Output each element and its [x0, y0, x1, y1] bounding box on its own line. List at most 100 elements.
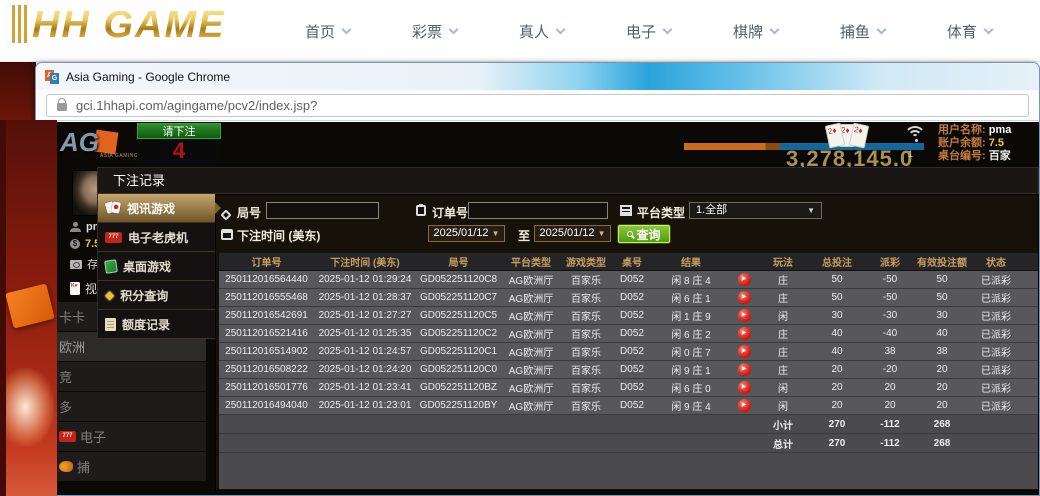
- search-button[interactable]: 查询: [618, 225, 670, 243]
- play-video-icon[interactable]: ▶: [738, 399, 751, 412]
- order-filter-label: 订单号: [432, 204, 468, 221]
- play-cell: ▶: [729, 343, 759, 361]
- nav-item[interactable]: 真人: [519, 21, 564, 42]
- round-cell: GD052251120BZ: [416, 379, 501, 397]
- status-cell: 已派彩: [971, 325, 1021, 343]
- window-title: Asia Gaming - Google Chrome: [66, 70, 230, 84]
- nav-item-label: 真人: [519, 21, 549, 42]
- user-icon: [70, 222, 81, 232]
- platform-cell: AG欧洲厅: [501, 343, 561, 361]
- play-cell: ▶: [729, 307, 759, 325]
- empty-cell: [416, 415, 501, 434]
- sidebar-item-label: 竞: [59, 367, 72, 386]
- nav-item[interactable]: 首页: [305, 21, 350, 42]
- play-cell: ▶: [729, 325, 759, 343]
- time-cell: 2025-01-12 01:28:37: [314, 289, 416, 307]
- table-no-cell: D052: [611, 289, 653, 307]
- game-type-cell: 百家乐: [561, 343, 611, 361]
- ag-logo-subtext: ASIA GAMING: [100, 153, 138, 159]
- table-no-cell: D052: [611, 397, 653, 415]
- nav-item[interactable]: 体育: [947, 21, 992, 42]
- dealt-cards: 2♦ 2♦ 2♦: [827, 124, 863, 147]
- window-titlebar[interactable]: Asia Gaming - Google Chrome: [36, 63, 1039, 90]
- record-menu-item[interactable]: 桌面游戏: [97, 252, 215, 281]
- slot-777-icon: [59, 431, 76, 442]
- empty-cell: [653, 415, 729, 434]
- platform-cell: AG欧洲厅: [501, 325, 561, 343]
- play-video-icon[interactable]: ▶: [738, 381, 751, 394]
- nav-item[interactable]: 棋牌: [733, 21, 778, 42]
- payout-cell: 20: [867, 397, 913, 415]
- order-cell: 250112016521416: [219, 325, 314, 343]
- extra-cell: [1021, 271, 1038, 289]
- chevron-down-icon: [663, 24, 673, 34]
- extra-cell: [1021, 379, 1038, 397]
- empty-cell: [219, 434, 314, 453]
- nav-item[interactable]: 电子: [626, 21, 671, 42]
- record-menu-item[interactable]: 视讯游戏: [97, 194, 215, 223]
- promo-orange-shape: [5, 283, 54, 328]
- table-no-cell: D052: [611, 379, 653, 397]
- empty-cell: [611, 434, 653, 453]
- date-to-select[interactable]: 2025/01/12 ▼: [534, 225, 611, 242]
- dropdown-arrow-icon: ▼: [492, 229, 500, 238]
- column-header: [729, 253, 759, 271]
- sidebar-video-tab[interactable]: 视: [70, 280, 97, 297]
- game-type-cell: 百家乐: [561, 271, 611, 289]
- empty-cell: [653, 434, 729, 453]
- browser-window: Asia Gaming - Google Chrome gci.1hhapi.c…: [35, 62, 1040, 496]
- sidebar-item-label: 多: [59, 397, 72, 416]
- coin-icon: $: [70, 239, 80, 249]
- diamond-icon: [105, 289, 114, 301]
- round-cell: GD052251120BY: [416, 397, 501, 415]
- url-text: gci.1hhapi.com/agingame/pcv2/index.jsp?: [76, 98, 317, 113]
- play-cell: ▶: [729, 379, 759, 397]
- record-menu-item[interactable]: 积分查询: [97, 281, 215, 310]
- date-from-select[interactable]: 2025/01/12 ▼: [428, 225, 505, 242]
- bet-table-wrap: 订单号下注时间 (美东)局号平台类型游戏类型桌号结果玩法总投注派彩有效投注额状态…: [219, 253, 1038, 489]
- play-video-icon[interactable]: ▶: [738, 363, 751, 376]
- valid-cell: 30: [913, 307, 971, 325]
- sidebar-item-label: 捕: [77, 457, 90, 476]
- nav-item[interactable]: 捕鱼: [840, 21, 885, 42]
- record-menu-item[interactable]: 电子老虎机: [97, 223, 215, 252]
- round-input[interactable]: [266, 202, 379, 219]
- status-cell: 已派彩: [971, 361, 1021, 379]
- time-cell: 2025-01-12 01:29:24: [314, 271, 416, 289]
- record-menu-item[interactable]: 额度记录: [97, 310, 215, 339]
- table-value: 百家: [989, 150, 1011, 162]
- play-video-icon[interactable]: ▶: [738, 273, 751, 286]
- table-row: 2501120165214162025-01-12 01:25:35GD0522…: [219, 325, 1038, 343]
- extra-cell: [1021, 397, 1038, 415]
- playtype-cell: 庄: [759, 289, 807, 307]
- playtype-cell: 庄: [759, 343, 807, 361]
- play-video-icon[interactable]: ▶: [738, 291, 751, 304]
- play-video-icon[interactable]: ▶: [738, 327, 751, 340]
- result-cell: 闲 9 庄 4: [653, 397, 729, 415]
- record-menu-label: 视讯游戏: [127, 200, 175, 217]
- clipboard-icon: [416, 203, 426, 221]
- column-header: 状态: [971, 253, 1021, 271]
- platform-cell: AG欧洲厅: [501, 397, 561, 415]
- record-menu-label: 额度记录: [122, 316, 170, 333]
- play-cell: ▶: [729, 289, 759, 307]
- record-content: 局号 订单号 平台类型 1.全部 ▼ 下注时间 (美东) 2025/0: [215, 194, 1039, 491]
- nav-item[interactable]: 彩票: [412, 21, 457, 42]
- slot-777-icon: [105, 232, 122, 243]
- tag-icon: [222, 206, 230, 224]
- time-cell: 2025-01-12 01:24:20: [314, 361, 416, 379]
- table-no-cell: D052: [611, 343, 653, 361]
- chevron-down-icon: [876, 24, 886, 34]
- play-video-icon[interactable]: ▶: [738, 345, 751, 358]
- extra-cell: [1021, 361, 1038, 379]
- round-filter-label: 局号: [237, 204, 261, 221]
- nav-item-label: 棋牌: [733, 21, 763, 42]
- valid-cell: 20: [913, 379, 971, 397]
- platform-select[interactable]: 1.全部 ▼: [689, 202, 822, 219]
- order-input[interactable]: [468, 202, 608, 219]
- user-label: 用户名称:: [938, 124, 986, 136]
- play-video-icon[interactable]: ▶: [738, 309, 751, 322]
- column-header: 平台类型: [501, 253, 561, 271]
- address-bar[interactable]: gci.1hhapi.com/agingame/pcv2/index.jsp?: [46, 94, 1029, 117]
- time-cell: 2025-01-12 01:23:01: [314, 397, 416, 415]
